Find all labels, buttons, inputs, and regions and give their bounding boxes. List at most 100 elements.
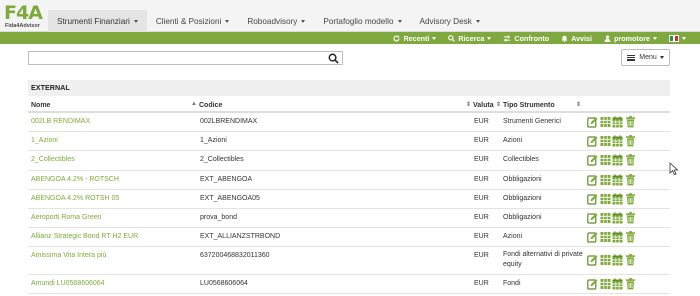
trash-icon[interactable] [625, 278, 636, 290]
nav-roboadvisory[interactable]: Roboadvisory [238, 10, 314, 32]
app-logo[interactable]: F4A Fida4Advisor [4, 2, 43, 30]
nav-label: Strumenti Finanziari [57, 16, 130, 26]
trash-icon[interactable] [625, 116, 636, 128]
sort-both-icon[interactable]: ⇕ [466, 101, 471, 108]
menu-button[interactable]: Menu [621, 49, 670, 66]
column-header-type[interactable]: Tipo Strumento [503, 99, 555, 112]
table-icon[interactable] [600, 231, 611, 243]
table-row: 002LB RENDIMAX 002LBRENDIMAX EUR Strumenti … [28, 113, 670, 132]
confronto-label: Confronto [514, 33, 550, 43]
instrument-name-link[interactable]: 002LB RENDIMAX [31, 118, 90, 125]
sort-asc-icon[interactable]: ▲ [191, 101, 197, 107]
edit-icon[interactable] [587, 231, 598, 243]
edit-icon[interactable] [587, 174, 598, 186]
calendar-icon[interactable] [612, 193, 623, 205]
table-icon[interactable] [600, 254, 611, 266]
edit-icon[interactable] [587, 193, 598, 205]
calendar-icon[interactable] [612, 231, 623, 243]
instrument-type: Fondi alternativi di private equity [503, 250, 583, 270]
instrument-currency: EUR [474, 156, 489, 163]
instrument-type: Obbligazioni [503, 213, 542, 223]
calendar-icon[interactable] [612, 174, 623, 186]
nav-advisory-desk[interactable]: Advisory Desk [411, 10, 489, 32]
calendar-icon[interactable] [612, 254, 623, 266]
language-dropdown[interactable] [669, 34, 686, 42]
instrument-type-line1: Collectibles [503, 156, 539, 163]
calendar-icon[interactable] [612, 212, 623, 224]
table-icon[interactable] [600, 174, 611, 186]
caret-down-icon [397, 19, 402, 23]
table-icon[interactable] [600, 154, 611, 166]
nav-clienti-posizioni[interactable]: Clienti & Posizioni [147, 10, 239, 32]
instrument-type-line1: Strumenti Generici [503, 118, 561, 125]
edit-icon[interactable] [587, 116, 598, 128]
row-actions [587, 154, 637, 166]
user-dropdown[interactable]: promotore [604, 34, 657, 43]
edit-icon[interactable] [587, 154, 598, 166]
ricerca-dropdown[interactable]: Ricerca [448, 34, 492, 43]
section-heading: EXTERNAL [28, 80, 670, 96]
sort-both-icon[interactable]: ⇕ [496, 101, 501, 108]
instrument-type: Strumenti Generici [503, 117, 561, 127]
table-icon[interactable] [600, 135, 611, 147]
table-row: Aeroporti Roma Green prova_bond EUR Obbliga… [28, 209, 670, 228]
logo-text: F4A [4, 2, 43, 24]
instrument-type-line2: equity [503, 261, 522, 268]
instrument-name-link[interactable]: Amundi LU0568606064 [31, 280, 105, 287]
instrument-name-link[interactable]: 2_Collectibles [31, 156, 75, 163]
instrument-name-link[interactable]: Aeroporti Roma Green [31, 214, 101, 221]
row-actions [587, 116, 637, 128]
trash-icon[interactable] [625, 154, 636, 166]
search-box [28, 51, 343, 65]
search-input[interactable] [31, 53, 321, 63]
trash-icon[interactable] [625, 174, 636, 186]
instrument-code: 2_Collectibles [200, 156, 244, 163]
caret-down-icon [432, 36, 437, 40]
column-header-name[interactable]: Nome [31, 99, 50, 112]
edit-icon[interactable] [587, 212, 598, 224]
confronto-link[interactable]: Confronto [503, 34, 549, 43]
trash-icon[interactable] [625, 231, 636, 243]
row-actions [587, 278, 637, 290]
instrument-code: 1_Azioni [200, 137, 227, 144]
trash-icon[interactable] [625, 135, 636, 147]
nav-label: Clienti & Posizioni [155, 16, 222, 26]
trash-icon[interactable] [625, 212, 636, 224]
compare-icon [504, 34, 511, 42]
menu-label: Menu [639, 54, 657, 61]
instrument-name-link[interactable]: ABENGOA 4.2% ROTSH 05 [31, 195, 119, 202]
table-row: ABENGOA 4.2% - ROTSCH EXT_ABENGOA EUR Obbli… [28, 171, 670, 190]
table-icon[interactable] [600, 212, 611, 224]
search-icon[interactable] [328, 53, 339, 64]
row-actions [587, 212, 637, 224]
table-icon[interactable] [600, 116, 611, 128]
recenti-dropdown[interactable]: Recenti [393, 34, 437, 43]
instrument-code: 637200468832011360 [200, 252, 270, 259]
instrument-name-link[interactable]: Allianz Strategic Bond RT H2 EUR [31, 233, 138, 240]
column-header-code[interactable]: Codice [199, 99, 222, 112]
avvisi-link[interactable]: Avvisi [561, 34, 592, 43]
instrument-name-link[interactable]: Amissima Vita Intera più [31, 252, 106, 259]
instrument-name-link[interactable]: 1_Azioni [31, 137, 58, 144]
edit-icon[interactable] [587, 135, 598, 147]
nav-portafoglio-modello[interactable]: Portafoglio modello [314, 10, 410, 32]
trash-icon[interactable] [625, 254, 636, 266]
edit-icon[interactable] [587, 254, 598, 266]
calendar-icon[interactable] [612, 278, 623, 290]
instrument-type-line1: Obbligazioni [503, 176, 542, 183]
caret-down-icon [133, 19, 138, 23]
table-icon[interactable] [600, 193, 611, 205]
instrument-currency: EUR [474, 280, 489, 287]
column-header-currency[interactable]: Valuta [473, 99, 494, 112]
instrument-name-link[interactable]: ABENGOA 4.2% - ROTSCH [31, 176, 119, 183]
trash-icon[interactable] [625, 193, 636, 205]
calendar-icon[interactable] [612, 116, 623, 128]
sort-both-icon[interactable]: ⇕ [576, 101, 581, 108]
nav-strumenti-finanziari[interactable]: Strumenti Finanziari [48, 10, 147, 32]
bell-icon [561, 35, 568, 42]
edit-icon[interactable] [587, 278, 598, 290]
secondary-bar-items: Recenti Ricerca Confronto Avvisi promoto… [381, 32, 686, 44]
calendar-icon[interactable] [612, 135, 623, 147]
table-icon[interactable] [600, 278, 611, 290]
calendar-icon[interactable] [612, 154, 623, 166]
